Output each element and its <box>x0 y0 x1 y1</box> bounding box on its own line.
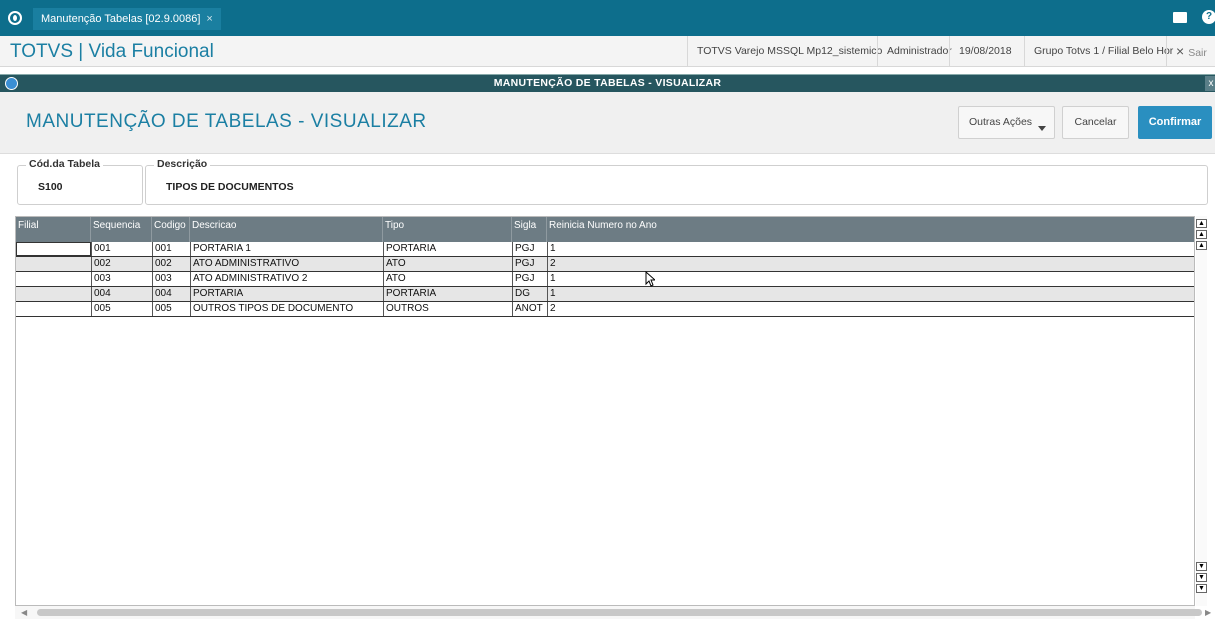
cell-filial <box>16 302 91 316</box>
cell-descricao: OUTROS TIPOS DE DOCUMENTO <box>190 302 383 316</box>
cell-sequencia: 004 <box>91 287 152 301</box>
scroll-page-up-icon[interactable]: ▲ <box>1196 230 1207 239</box>
descricao-label: Descrição <box>154 158 211 170</box>
scroll-right-icon[interactable]: ▶ <box>1205 608 1211 617</box>
cell-sequencia: 002 <box>91 257 152 271</box>
col-header-tipo[interactable]: Tipo <box>383 217 512 242</box>
cell-reinicia: 1 <box>547 287 1194 301</box>
cell-descricao: PORTARIA <box>190 287 383 301</box>
cell-codigo: 002 <box>152 257 190 271</box>
cell-sigla: ANOT <box>512 302 547 316</box>
cell-tipo: OUTROS <box>383 302 512 316</box>
scroll-bottom-icon[interactable]: ▼ <box>1196 584 1207 593</box>
dialog-title: MANUTENÇÃO DE TABELAS - VISUALIZAR <box>493 77 722 89</box>
cod-tabela-value: S100 <box>38 181 63 193</box>
scrollbar-thumb[interactable] <box>37 609 1202 616</box>
outras-acoes-label: Outras Ações <box>969 116 1033 128</box>
cell-codigo: 003 <box>152 272 190 286</box>
close-icon: × <box>1176 43 1185 59</box>
confirm-button[interactable]: Confirmar <box>1138 106 1212 139</box>
cell-sequencia: 005 <box>91 302 152 316</box>
col-header-filial[interactable]: Filial <box>16 217 91 242</box>
cancel-button[interactable]: Cancelar <box>1062 106 1129 139</box>
cell-descricao: PORTARIA 1 <box>190 242 383 256</box>
dialog-close-icon[interactable]: x <box>1205 76 1215 91</box>
tab-label: Manutenção Tabelas [02.9.0086] <box>41 13 201 25</box>
cell-reinicia: 2 <box>547 257 1194 271</box>
scroll-left-icon[interactable]: ◀ <box>21 608 27 617</box>
cell-sequencia: 003 <box>91 272 152 286</box>
app-title: TOTVS | Vida Funcional <box>10 41 214 62</box>
col-header-codigo[interactable]: Codigo <box>152 217 190 242</box>
filial-cell-editor[interactable] <box>16 242 91 256</box>
scroll-top-icon[interactable]: ▲ <box>1196 219 1207 228</box>
data-grid[interactable]: Filial Sequencia Codigo Descricao Tipo S… <box>15 216 1195 606</box>
cell-tipo: ATO <box>383 272 512 286</box>
cell-tipo: ATO <box>383 257 512 271</box>
table-row[interactable]: 005 005 OUTROS TIPOS DE DOCUMENTO OUTROS… <box>16 302 1194 317</box>
horizontal-scrollbar[interactable]: ◀ ▶ <box>15 606 1211 619</box>
app-header: TOTVS | Vida Funcional TOTVS Varejo MSSQ… <box>0 36 1215 67</box>
outras-acoes-button[interactable]: Outras Ações <box>958 106 1055 139</box>
cell-sigla: DG <box>512 287 547 301</box>
help-icon[interactable]: ? <box>1202 10 1215 24</box>
scroll-page-down-icon[interactable]: ▼ <box>1196 573 1207 582</box>
cell-tipo: PORTARIA <box>383 242 512 256</box>
cod-tabela-field: Cód.da Tabela S100 <box>17 158 143 205</box>
cell-codigo: 004 <box>152 287 190 301</box>
tab-manutencao-tabelas[interactable]: Manutenção Tabelas [02.9.0086] × <box>33 8 221 30</box>
col-header-sequencia[interactable]: Sequencia <box>91 217 152 242</box>
date-info: 19/08/2018 <box>949 36 1021 67</box>
company-info: Grupo Totvs 1 / Filial Belo Hor <box>1024 36 1182 67</box>
page-title: MANUTENÇÃO DE TABELAS - VISUALIZAR <box>26 111 427 132</box>
environment-info: TOTVS Varejo MSSQL Mp12_sistemico <box>687 36 891 67</box>
chevron-down-icon <box>1038 126 1046 131</box>
cell-descricao: ATO ADMINISTRATIVO <box>190 257 383 271</box>
cell-codigo: 005 <box>152 302 190 316</box>
cell-filial <box>16 257 91 271</box>
tab-close-icon[interactable]: × <box>206 13 212 25</box>
cell-sequencia: 001 <box>91 242 152 256</box>
cell-sigla: PGJ <box>512 272 547 286</box>
table-row[interactable]: 004 004 PORTARIA PORTARIA DG 1 <box>16 287 1194 302</box>
page-header: MANUTENÇÃO DE TABELAS - VISUALIZAR Outra… <box>0 92 1215 154</box>
cell-sigla: PGJ <box>512 242 547 256</box>
table-row[interactable]: 002 002 ATO ADMINISTRATIVO ATO PGJ 2 <box>16 257 1194 272</box>
mail-icon[interactable] <box>1173 12 1187 23</box>
table-row[interactable]: 001 001 PORTARIA 1 PORTARIA PGJ 1 <box>16 242 1194 257</box>
dialog-title-bar: MANUTENÇÃO DE TABELAS - VISUALIZAR x <box>0 74 1215 92</box>
cell-filial <box>16 287 91 301</box>
cell-descricao: ATO ADMINISTRATIVO 2 <box>190 272 383 286</box>
exit-button[interactable]: × Sair <box>1166 36 1215 67</box>
col-header-sigla[interactable]: Sigla <box>512 217 547 242</box>
descricao-field: Descrição TIPOS DE DOCUMENTOS <box>145 158 1208 205</box>
descricao-value: TIPOS DE DOCUMENTOS <box>166 181 294 193</box>
cell-codigo: 001 <box>152 242 190 256</box>
scroll-up-icon[interactable]: ▲ <box>1196 241 1207 250</box>
vertical-scrollbar[interactable]: ▲ ▲ ▲ ▼ ▼ ▼ <box>1196 216 1207 606</box>
cod-tabela-label: Cód.da Tabela <box>26 158 103 170</box>
cell-sigla: PGJ <box>512 257 547 271</box>
totvs-logo-icon <box>8 11 22 25</box>
cell-tipo: PORTARIA <box>383 287 512 301</box>
cell-filial <box>16 272 91 286</box>
table-row[interactable]: 003 003 ATO ADMINISTRATIVO 2 ATO PGJ 1 <box>16 272 1194 287</box>
grid-header: Filial Sequencia Codigo Descricao Tipo S… <box>16 217 1194 242</box>
col-header-reinicia[interactable]: Reinicia Numero no Ano <box>547 217 1194 242</box>
mouse-cursor-icon <box>645 271 655 287</box>
exit-label: Sair <box>1188 47 1207 59</box>
cell-reinicia: 1 <box>547 242 1194 256</box>
top-tab-bar: Manutenção Tabelas [02.9.0086] × ? <box>0 0 1215 36</box>
cell-reinicia: 2 <box>547 302 1194 316</box>
col-header-descricao[interactable]: Descricao <box>190 217 383 242</box>
scroll-down-icon[interactable]: ▼ <box>1196 562 1207 571</box>
